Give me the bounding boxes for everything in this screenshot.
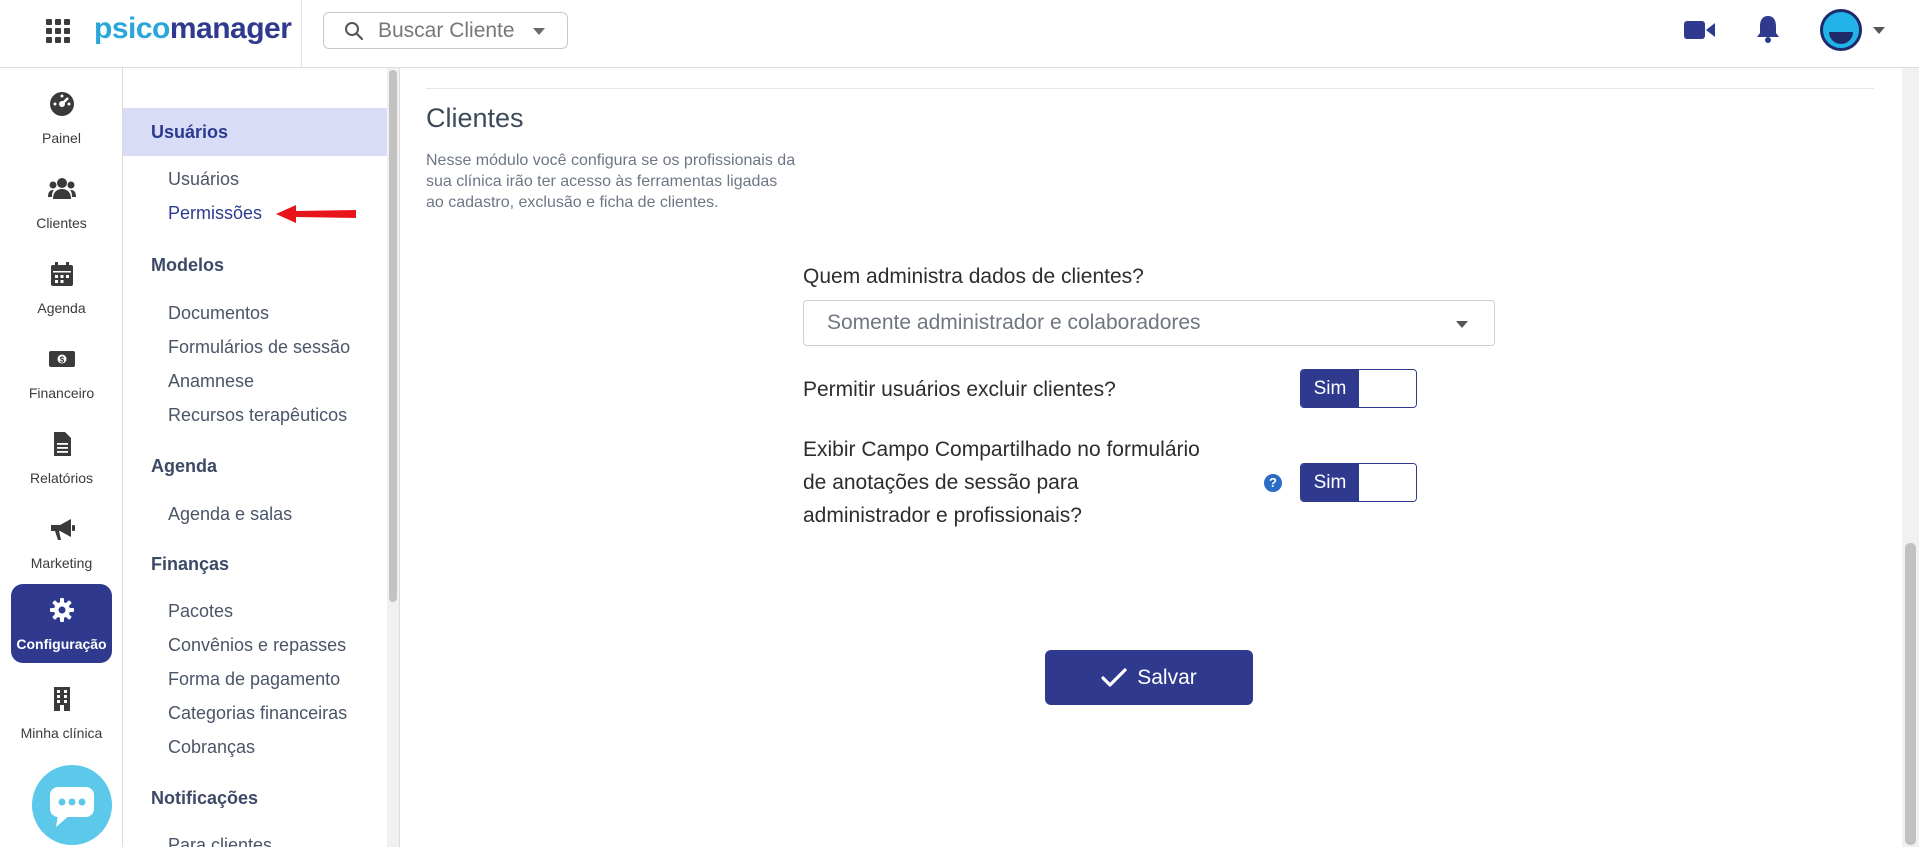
nav-relatorios[interactable]: Relatórios	[0, 418, 123, 498]
submenu-link-agenda-salas[interactable]: Agenda e salas	[168, 504, 292, 525]
chevron-down-icon[interactable]	[1873, 27, 1885, 34]
nav-label: Financeiro	[28, 385, 95, 401]
nav-configuracao[interactable]: Configuração	[11, 584, 112, 663]
gear-icon	[49, 598, 74, 622]
toggle-on-label: Sim	[1301, 370, 1359, 407]
chat-bubble-icon	[50, 787, 94, 827]
nav-label: Clientes	[36, 215, 87, 231]
search-icon	[345, 21, 364, 40]
submenu-link-usuarios[interactable]: Usuários	[168, 169, 239, 190]
divider	[301, 0, 302, 68]
app-logo[interactable]: psicomanager	[94, 12, 292, 46]
submenu-link-permissoes[interactable]: Permissões	[168, 203, 262, 224]
submenu-link-forma-pagamento[interactable]: Forma de pagamento	[168, 669, 340, 690]
submenu-link-categorias[interactable]: Categorias financeiras	[168, 703, 347, 724]
section-description: Nesse módulo você configura se os profis…	[426, 152, 796, 211]
nav-label: Relatórios	[29, 470, 94, 486]
chevron-down-icon	[533, 28, 545, 35]
nav-marketing[interactable]: Marketing	[0, 503, 123, 583]
check-icon	[1101, 667, 1127, 687]
submenu-section-agenda[interactable]: Agenda	[123, 442, 387, 490]
users-icon	[47, 178, 76, 199]
video-camera-icon[interactable]	[1684, 18, 1716, 42]
search-placeholder: Buscar Cliente	[378, 18, 515, 42]
help-icon[interactable]: ?	[1264, 474, 1282, 492]
bell-icon[interactable]	[1755, 14, 1781, 44]
question-shared-field-label-3: administrador e profissionais?	[803, 504, 1082, 527]
save-label: Salvar	[1137, 665, 1197, 689]
main-nav-rail: Painel Clientes Agenda $ Financeiro Rela…	[0, 68, 123, 847]
submenu-link-documentos[interactable]: Documentos	[168, 303, 269, 324]
delete-clients-toggle[interactable]: Sim	[1300, 369, 1417, 408]
select-value: Somente administrador e colaboradores	[827, 311, 1201, 334]
question-shared-field-label-2: de anotações de sessão para	[803, 471, 1079, 494]
submenu-link-anamnese[interactable]: Anamnese	[168, 371, 254, 392]
money-icon: $	[48, 351, 75, 367]
search-client-select[interactable]: Buscar Cliente	[323, 12, 568, 49]
document-icon	[53, 432, 71, 456]
nav-label: Marketing	[30, 555, 93, 571]
submenu-section-financas[interactable]: Finanças	[123, 540, 387, 588]
nav-painel[interactable]: Painel	[0, 78, 123, 158]
megaphone-icon	[50, 519, 75, 540]
nav-label: Minha clínica	[20, 725, 103, 741]
submenu-link-recursos[interactable]: Recursos terapêuticos	[168, 405, 347, 426]
question-shared-field-label-1: Exibir Campo Compartilhado no formulário	[803, 438, 1200, 461]
svg-text:$: $	[59, 356, 64, 365]
nav-clientes[interactable]: Clientes	[0, 163, 123, 243]
logo-part-2: manager	[169, 12, 292, 45]
question-delete-label: Permitir usuários excluir clientes?	[803, 378, 1116, 401]
dashboard-icon	[49, 92, 74, 116]
chevron-down-icon	[1456, 321, 1468, 328]
submenu-section-usuarios[interactable]: Usuários	[123, 108, 387, 156]
building-icon	[53, 687, 70, 711]
nav-label: Painel	[42, 130, 81, 146]
question-admin-label: Quem administra dados de clientes?	[803, 265, 1144, 288]
logo-part-1: psico	[94, 12, 170, 45]
apps-grid-icon[interactable]	[46, 19, 70, 43]
nav-label: Configuração	[16, 636, 107, 652]
admin-clients-select[interactable]: Somente administrador e colaboradores	[803, 300, 1495, 346]
toggle-off-area	[1359, 464, 1416, 501]
submenu-section-notificacoes[interactable]: Notificações	[123, 774, 387, 822]
divider	[399, 68, 400, 847]
toggle-off-area	[1359, 370, 1416, 407]
nav-financeiro[interactable]: $ Financeiro	[0, 333, 123, 413]
settings-submenu: Usuários Usuários Permissões Modelos Doc…	[123, 68, 387, 847]
toggle-on-label: Sim	[1301, 464, 1359, 501]
submenu-link-convenios[interactable]: Convênios e repasses	[168, 635, 346, 656]
calendar-icon	[50, 262, 73, 286]
shared-field-toggle[interactable]: Sim	[1300, 463, 1417, 502]
red-arrow-annotation	[276, 205, 356, 223]
submenu-link-pacotes[interactable]: Pacotes	[168, 601, 233, 622]
save-button[interactable]: Salvar	[1045, 650, 1253, 705]
page-scrollbar-thumb[interactable]	[1905, 543, 1916, 845]
nav-label: Agenda	[37, 300, 86, 316]
nav-minha-clinica[interactable]: Minha clínica	[0, 673, 123, 753]
submenu-link-cobrancas[interactable]: Cobranças	[168, 737, 255, 758]
submenu-link-formularios[interactable]: Formulários de sessão	[168, 337, 350, 358]
divider	[426, 88, 1874, 89]
submenu-link-para-clientes[interactable]: Para clientes	[168, 835, 272, 847]
submenu-scrollbar-thumb[interactable]	[389, 70, 397, 602]
chat-button[interactable]	[32, 765, 112, 845]
nav-agenda[interactable]: Agenda	[0, 248, 123, 328]
avatar[interactable]	[1820, 9, 1862, 51]
submenu-section-modelos[interactable]: Modelos	[123, 241, 387, 289]
top-bar: psicomanager Buscar Cliente	[0, 0, 1919, 68]
section-title: Clientes	[426, 103, 524, 133]
